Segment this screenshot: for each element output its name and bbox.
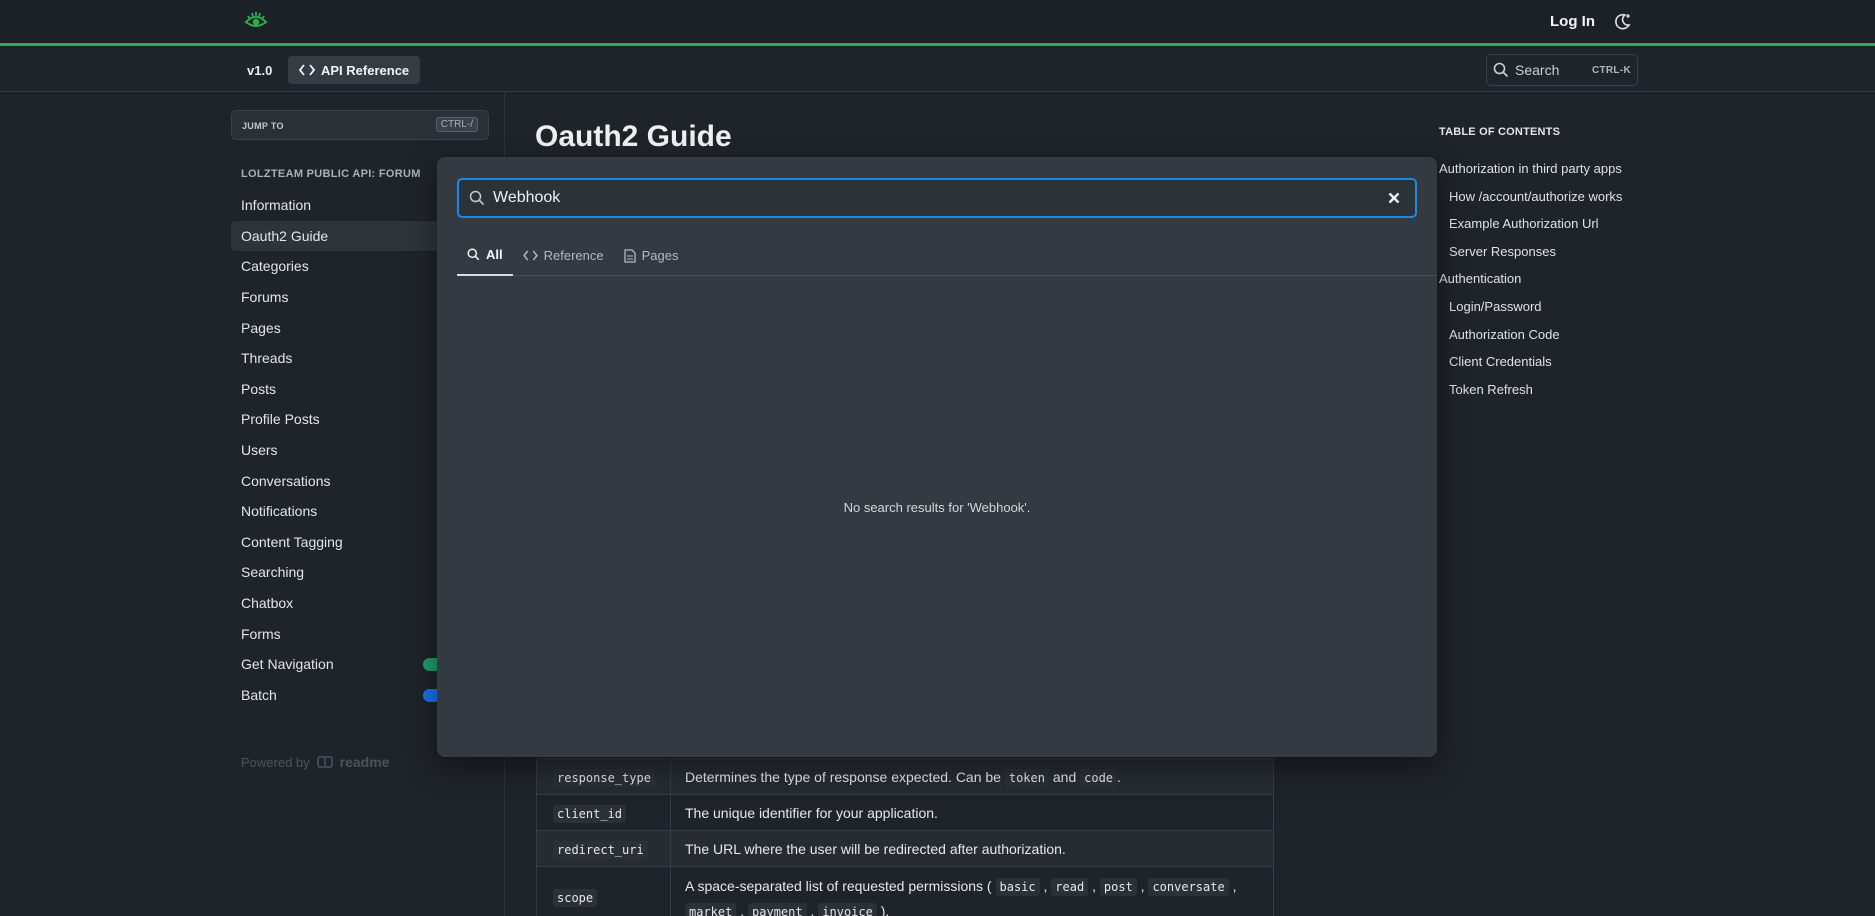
tab-reference[interactable]: Reference	[513, 235, 614, 276]
tab-all[interactable]: All	[457, 235, 513, 276]
close-icon[interactable]	[1385, 189, 1403, 207]
modal-overlay[interactable]: All Reference Pages No search results fo…	[0, 0, 1875, 916]
code-icon	[522, 250, 538, 261]
search-field	[457, 178, 1417, 218]
tab-label: Reference	[543, 248, 604, 263]
tab-label: Pages	[641, 248, 679, 263]
search-tabs: All Reference Pages	[457, 235, 1437, 276]
search-modal: All Reference Pages No search results fo…	[437, 157, 1437, 757]
search-icon	[469, 190, 485, 206]
tab-pages[interactable]: Pages	[614, 235, 689, 276]
search-input[interactable]	[493, 189, 1373, 207]
tab-label: All	[486, 247, 503, 262]
page-icon	[623, 248, 636, 263]
no-results-message: No search results for 'Webhook'.	[843, 500, 1031, 515]
search-icon	[467, 248, 480, 261]
